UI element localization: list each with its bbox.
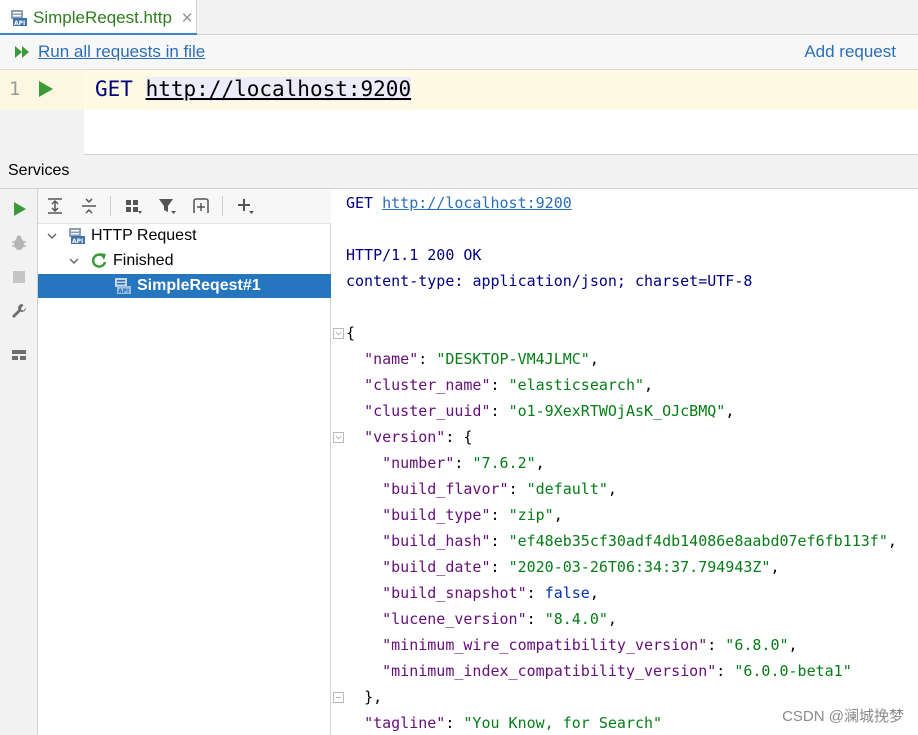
fold-icon[interactable] bbox=[333, 432, 344, 443]
svg-text:API: API bbox=[14, 20, 25, 27]
http-actions-bar: Run all requests in file Add request bbox=[0, 35, 918, 70]
json-field-min-index: "minimum_index_compatibility_version": "… bbox=[382, 662, 852, 680]
group-icon[interactable] bbox=[124, 197, 142, 215]
response-status: HTTP/1.1 200 OK bbox=[346, 246, 482, 264]
response-header: content-type: application/json; charset=… bbox=[346, 272, 753, 290]
services-side-toolbar bbox=[0, 189, 38, 735]
run-all-icon bbox=[15, 46, 29, 58]
run-all-requests-link[interactable]: Run all requests in file bbox=[14, 42, 205, 62]
debug-icon[interactable] bbox=[10, 234, 28, 252]
services-tree-panel: API HTTP Request Finished API SimpleReqe… bbox=[38, 189, 331, 735]
json-field-tagline: "tagline": "You Know, for Search" bbox=[364, 714, 663, 732]
fold-icon[interactable] bbox=[333, 328, 344, 339]
chevron-down-icon[interactable] bbox=[46, 230, 58, 242]
services-header: Services bbox=[0, 155, 918, 189]
collapse-all-icon[interactable] bbox=[80, 197, 98, 215]
json-field-build-date: "build_date": "2020-03-26T06:34:37.79494… bbox=[382, 558, 780, 576]
close-icon[interactable]: ✕ bbox=[181, 9, 194, 27]
json-field-build-hash: "build_hash": "ef48eb35cf30adf4db14086e8… bbox=[382, 532, 897, 550]
json-field-build-snapshot: "build_snapshot": false, bbox=[382, 584, 599, 602]
json-field-number: "number": "7.6.2", bbox=[382, 454, 545, 472]
json-close-version: }, bbox=[364, 688, 383, 706]
response-request-url[interactable]: http://localhost:9200 bbox=[382, 194, 572, 212]
json-field-cluster-name: "cluster_name": "elasticsearch", bbox=[364, 376, 654, 394]
tree-item-label: SimpleReqest#1 bbox=[137, 277, 261, 294]
layout-icon[interactable] bbox=[10, 346, 28, 364]
expand-all-icon[interactable] bbox=[46, 197, 64, 215]
api-file-icon: API bbox=[69, 228, 85, 245]
chevron-down-icon[interactable] bbox=[68, 255, 80, 267]
json-field-name: "name": "DESKTOP-VM4JLMC", bbox=[364, 350, 599, 368]
svg-text:API: API bbox=[72, 238, 83, 245]
tree-item-finished[interactable]: Finished bbox=[38, 249, 331, 273]
add-icon[interactable] bbox=[236, 197, 254, 215]
run-all-requests-label: Run all requests in file bbox=[38, 42, 206, 61]
fold-icon[interactable] bbox=[333, 692, 344, 703]
json-field-cluster-uuid: "cluster_uuid": "o1-9XexRTWOjAsK_OJcBMQ"… bbox=[364, 402, 735, 420]
svg-text:API: API bbox=[118, 288, 129, 295]
refresh-icon bbox=[91, 253, 107, 268]
request-url[interactable]: http://localhost:9200 bbox=[145, 77, 412, 101]
wrench-icon[interactable] bbox=[10, 302, 28, 320]
stop-icon[interactable] bbox=[10, 268, 28, 286]
http-editor[interactable]: 1 GET http://localhost:9200 bbox=[0, 70, 918, 155]
services-title: Services bbox=[8, 162, 70, 179]
tree-item-label: Finished bbox=[113, 252, 174, 269]
run-icon[interactable] bbox=[10, 200, 28, 218]
json-field-min-wire: "minimum_wire_compatibility_version": "6… bbox=[382, 636, 798, 654]
json-field-version: "version": { bbox=[364, 428, 473, 446]
request-line[interactable]: GET http://localhost:9200 bbox=[95, 77, 412, 101]
filter-icon[interactable] bbox=[158, 197, 176, 215]
tree-item-http-request[interactable]: API HTTP Request bbox=[38, 224, 331, 248]
watermark: CSDN @澜城挽梦 bbox=[782, 708, 904, 725]
line-number: 1 bbox=[9, 78, 21, 100]
new-tab-icon[interactable] bbox=[192, 197, 210, 215]
run-gutter-icon[interactable] bbox=[38, 80, 54, 98]
toolbar-separator bbox=[222, 196, 223, 216]
json-open-brace: { bbox=[346, 324, 356, 342]
services-tree-toolbar bbox=[38, 189, 331, 224]
json-field-build-type: "build_type": "zip", bbox=[382, 506, 563, 524]
tree-item-label: HTTP Request bbox=[91, 227, 197, 244]
api-file-icon: API bbox=[11, 9, 27, 27]
request-method: GET bbox=[95, 77, 133, 101]
json-field-build-flavor: "build_flavor": "default", bbox=[382, 480, 617, 498]
response-request-line: GET http://localhost:9200 bbox=[346, 194, 572, 212]
api-file-icon: API bbox=[115, 278, 131, 295]
add-request-link[interactable]: Add request bbox=[804, 42, 896, 62]
tree-item-simplereqest-1[interactable]: API SimpleReqest#1 bbox=[38, 274, 331, 298]
editor-tab-bar: API SimpleReqest.http ✕ bbox=[0, 0, 918, 36]
response-viewer[interactable]: GET http://localhost:9200 HTTP/1.1 200 O… bbox=[331, 189, 918, 735]
toolbar-separator bbox=[110, 196, 111, 216]
editor-tab-simplereqest[interactable]: API SimpleReqest.http ✕ bbox=[0, 0, 197, 36]
editor-tab-label: SimpleReqest.http bbox=[33, 7, 172, 27]
json-field-lucene-version: "lucene_version": "8.4.0", bbox=[382, 610, 617, 628]
